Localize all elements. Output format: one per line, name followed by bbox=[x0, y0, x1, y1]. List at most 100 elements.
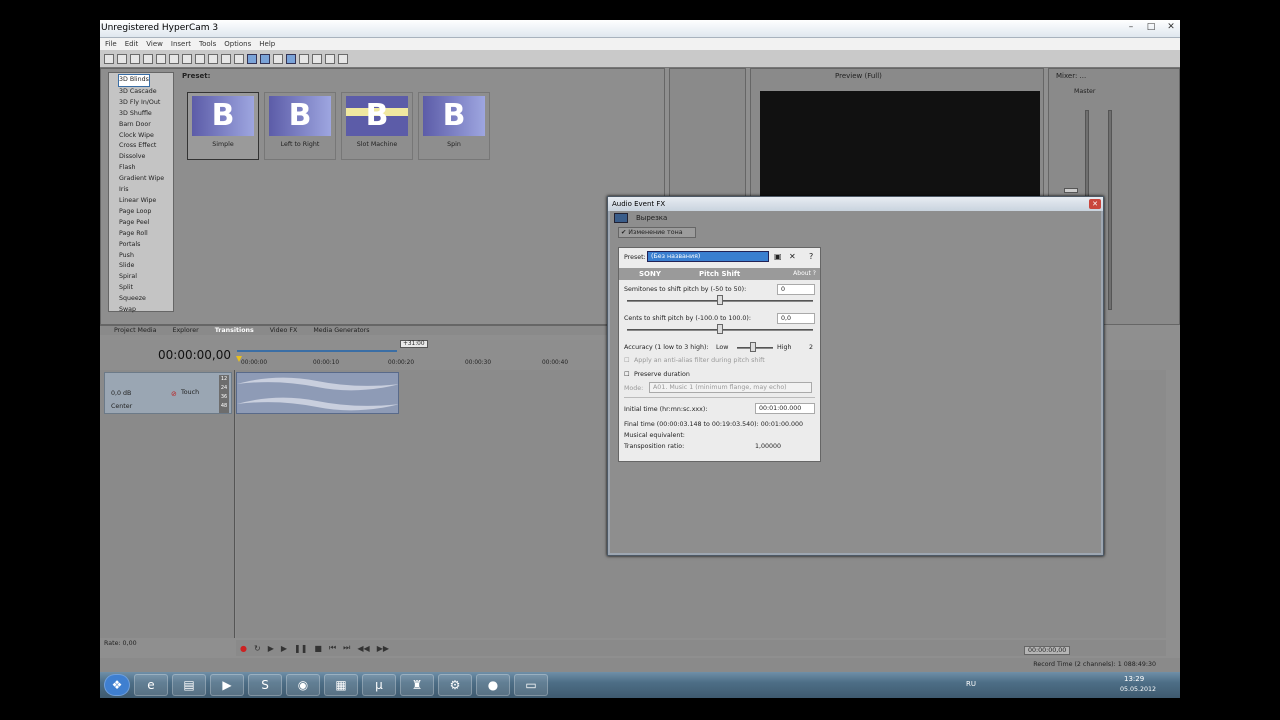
utorrent-icon[interactable]: µ bbox=[362, 674, 396, 696]
tab-transitions[interactable]: Transitions bbox=[215, 327, 254, 334]
undo-icon[interactable] bbox=[221, 53, 231, 64]
record-app-icon[interactable]: ● bbox=[476, 674, 510, 696]
list-item[interactable]: Slide bbox=[119, 261, 173, 272]
list-item[interactable]: Portals bbox=[119, 240, 173, 251]
maximize-button[interactable]: □ bbox=[1144, 22, 1158, 32]
about-button[interactable]: About ? bbox=[793, 270, 816, 277]
menu-view[interactable]: View bbox=[146, 40, 163, 48]
cut-icon[interactable] bbox=[182, 53, 192, 64]
list-item[interactable]: 3D Blinds bbox=[118, 74, 150, 87]
transitions-list[interactable]: 3D Blinds 3D Cascade 3D Fly In/Out 3D Sh… bbox=[108, 72, 174, 313]
snap-icon[interactable] bbox=[247, 53, 257, 64]
record-icon[interactable]: ● bbox=[240, 644, 247, 653]
normal-edit-icon[interactable] bbox=[299, 53, 309, 64]
automation-mode[interactable]: Touch bbox=[181, 389, 199, 396]
auto-crossfade-icon[interactable] bbox=[260, 53, 270, 64]
next-frame-icon[interactable]: ▶▶ bbox=[377, 644, 389, 653]
thumbnail-simple[interactable]: B Simple bbox=[187, 92, 259, 160]
fx-enabled-checkbox[interactable]: ✔ bbox=[621, 229, 626, 236]
paste-icon[interactable] bbox=[208, 53, 218, 64]
go-to-start-icon[interactable]: ⏮ bbox=[329, 643, 336, 653]
list-item[interactable]: Page Roll bbox=[119, 229, 173, 240]
list-item[interactable]: Page Peel bbox=[119, 218, 173, 229]
thumbnail-left-to-right[interactable]: B Left to Right bbox=[264, 92, 336, 160]
menu-file[interactable]: File bbox=[105, 40, 117, 48]
clock-date[interactable]: 05.05.2012 bbox=[1120, 686, 1156, 693]
pause-icon[interactable]: ❚❚ bbox=[294, 644, 307, 653]
thumbnail-slot-machine[interactable]: B Slot Machine bbox=[341, 92, 413, 160]
redo-icon[interactable] bbox=[234, 53, 244, 64]
chrome-icon[interactable]: ◉ bbox=[286, 674, 320, 696]
render-icon[interactable] bbox=[156, 53, 166, 64]
play-icon[interactable]: ▶ bbox=[281, 644, 287, 653]
new-icon[interactable] bbox=[104, 53, 114, 64]
play-from-start-icon[interactable]: ▶ bbox=[268, 644, 274, 653]
vegas-icon[interactable]: ▭ bbox=[514, 674, 548, 696]
list-item[interactable]: Flash bbox=[119, 163, 173, 174]
tab-video-fx[interactable]: Video FX bbox=[270, 327, 298, 334]
menu-edit[interactable]: Edit bbox=[125, 40, 139, 48]
list-item[interactable]: 3D Cascade bbox=[119, 87, 173, 98]
list-item[interactable]: Gradient Wipe bbox=[119, 174, 173, 185]
dialog-close-button[interactable]: ✕ bbox=[1089, 199, 1101, 209]
list-item[interactable]: Squeeze bbox=[119, 294, 173, 305]
minimize-button[interactable]: – bbox=[1124, 22, 1138, 32]
preserve-duration-checkbox[interactable]: ☐ bbox=[624, 371, 630, 378]
fx-chain-tab[interactable]: ✔ Изменение тона bbox=[618, 227, 696, 238]
hypercam-icon[interactable]: ♜ bbox=[400, 674, 434, 696]
audio-event-clip[interactable] bbox=[236, 372, 399, 414]
loop-icon[interactable]: ↻ bbox=[254, 644, 261, 653]
master-fader[interactable] bbox=[1064, 188, 1078, 193]
help-icon[interactable]: ? bbox=[809, 252, 813, 261]
stop-icon[interactable]: ■ bbox=[314, 644, 322, 653]
preview-mode-label[interactable]: Preview (Full) bbox=[835, 72, 882, 80]
initial-time-input[interactable]: 00:01:00.000 bbox=[755, 403, 815, 414]
semitones-input[interactable]: 0 bbox=[777, 284, 815, 295]
menu-tools[interactable]: Tools bbox=[199, 40, 216, 48]
audio-track-header[interactable]: 0,0 dB Center Touch ⊘ 12 24 36 48 bbox=[104, 372, 232, 414]
start-button[interactable]: ❖ bbox=[104, 674, 130, 696]
cursor-marker[interactable]: +31:00 bbox=[400, 340, 428, 348]
skype-icon[interactable]: S bbox=[248, 674, 282, 696]
menu-options[interactable]: Options bbox=[224, 40, 251, 48]
cents-input[interactable]: 0,0 bbox=[777, 313, 815, 324]
menu-help[interactable]: Help bbox=[259, 40, 275, 48]
prev-frame-icon[interactable]: ◀◀ bbox=[357, 644, 369, 653]
loop-region[interactable] bbox=[237, 350, 397, 352]
open-icon[interactable] bbox=[117, 53, 127, 64]
close-button[interactable]: ✕ bbox=[1164, 22, 1178, 32]
lock-envelopes-icon[interactable] bbox=[286, 53, 296, 64]
list-item[interactable]: Spiral bbox=[119, 272, 173, 283]
save-preset-icon[interactable]: ▣ bbox=[774, 252, 782, 261]
cents-slider-knob[interactable] bbox=[717, 324, 723, 334]
envelope-tool-icon[interactable] bbox=[312, 53, 322, 64]
language-indicator[interactable]: RU bbox=[966, 680, 976, 688]
mode-dropdown[interactable]: A01. Music 1 (minimum flange, may echo) bbox=[649, 382, 812, 393]
online-help-icon[interactable] bbox=[338, 53, 348, 64]
media-player-icon[interactable]: ▶ bbox=[210, 674, 244, 696]
tab-media-generators[interactable]: Media Generators bbox=[313, 327, 369, 334]
copy-icon[interactable] bbox=[195, 53, 205, 64]
list-item[interactable]: Push bbox=[119, 251, 173, 262]
list-item[interactable]: Swap bbox=[119, 305, 173, 316]
delete-preset-icon[interactable]: ✕ bbox=[789, 252, 796, 261]
list-item[interactable]: Dissolve bbox=[119, 152, 173, 163]
preset-dropdown[interactable]: (Без названия) bbox=[647, 251, 769, 262]
list-item[interactable]: Cross Effect bbox=[119, 141, 173, 152]
semitones-slider-knob[interactable] bbox=[717, 295, 723, 305]
thumbnail-spin[interactable]: B Spin bbox=[418, 92, 490, 160]
list-item[interactable]: Barn Door bbox=[119, 120, 173, 131]
accuracy-slider-knob[interactable] bbox=[750, 342, 756, 352]
save-as-icon[interactable] bbox=[143, 53, 153, 64]
list-item[interactable]: Iris bbox=[119, 185, 173, 196]
winrar-icon[interactable]: ▦ bbox=[324, 674, 358, 696]
explorer-icon[interactable]: ▤ bbox=[172, 674, 206, 696]
clock-time[interactable]: 13:29 bbox=[1124, 675, 1144, 683]
list-item[interactable]: Split bbox=[119, 283, 173, 294]
ie-icon[interactable]: e bbox=[134, 674, 168, 696]
track-volume[interactable]: 0,0 dB bbox=[111, 390, 131, 397]
menu-insert[interactable]: Insert bbox=[171, 40, 191, 48]
tab-explorer[interactable]: Explorer bbox=[172, 327, 198, 334]
save-icon[interactable] bbox=[130, 53, 140, 64]
list-item[interactable]: 3D Shuffle bbox=[119, 109, 173, 120]
